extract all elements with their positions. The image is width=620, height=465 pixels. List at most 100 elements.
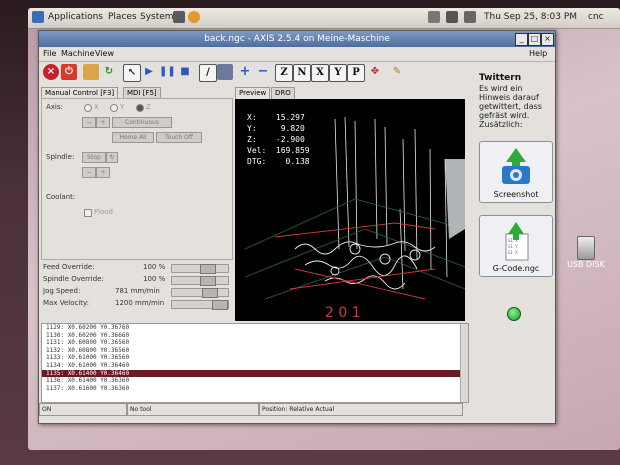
desktop-screen: Applications Places System Thu Sep 25, 8… bbox=[28, 8, 620, 450]
feed-moves bbox=[274, 222, 436, 300]
gcode-line[interactable]: 1136: X0.61400 Y0.36360 bbox=[42, 377, 468, 385]
max-velocity-knob[interactable] bbox=[212, 300, 228, 310]
gcode-line[interactable]: 1133: X0.61000 Y0.36560 bbox=[42, 354, 468, 362]
gcode-button[interactable]: G1 X G1 Y G1 X G-Code.ngc bbox=[479, 215, 553, 277]
coolant-label: Coolant: bbox=[46, 193, 76, 201]
menu-system[interactable]: System bbox=[140, 12, 174, 22]
twitter-heading: Twittern bbox=[479, 73, 522, 83]
usb-disk-desktop-icon[interactable]: USB DISK bbox=[566, 236, 606, 269]
reload-icon[interactable]: ↻ bbox=[101, 64, 117, 80]
window-title: back.ngc - AXIS 2.5.4 on Meine-Maschine bbox=[204, 34, 390, 44]
jog-mode-select[interactable]: Continuous bbox=[112, 117, 172, 128]
volume-icon[interactable] bbox=[464, 11, 476, 23]
jog-minus-button[interactable]: − bbox=[82, 117, 96, 128]
jog-speed-value: 781 mm/min bbox=[115, 287, 160, 295]
window-titlebar[interactable]: back.ngc - AXIS 2.5.4 on Meine-Maschine … bbox=[39, 31, 555, 47]
run-icon[interactable]: ▶ bbox=[141, 64, 157, 80]
mail-icon[interactable] bbox=[428, 11, 440, 23]
launcher-icon[interactable] bbox=[173, 11, 185, 23]
optional-stop-icon[interactable] bbox=[217, 64, 233, 80]
gcode-line-active[interactable]: 1135: X0.61400 Y0.36460 bbox=[42, 369, 468, 378]
screenshot-label: Screenshot bbox=[493, 190, 539, 199]
view-y-button[interactable]: Y bbox=[329, 64, 347, 82]
zoom-out-icon[interactable]: − bbox=[255, 64, 271, 80]
pause-icon[interactable]: ❚❚ bbox=[159, 64, 176, 80]
network-icon[interactable] bbox=[446, 11, 458, 23]
view-p-button[interactable]: P bbox=[347, 64, 365, 82]
tab-preview[interactable]: Preview bbox=[235, 87, 271, 99]
home-all-button[interactable]: Home All bbox=[112, 132, 154, 143]
rotate-view-icon[interactable]: ✥ bbox=[367, 64, 383, 80]
dro-overlay: X: 15.297 Y: 9.820 Z: -2.900 Vel: 169.85… bbox=[247, 113, 310, 168]
spindle-override-slider[interactable] bbox=[171, 276, 229, 286]
cursor-icon[interactable]: ↖ bbox=[123, 64, 141, 82]
feed-override-knob[interactable] bbox=[200, 264, 216, 274]
menu-help[interactable]: Help bbox=[529, 49, 547, 58]
axis-z-radio[interactable] bbox=[136, 104, 144, 112]
touch-off-button[interactable]: Touch Off bbox=[156, 132, 202, 143]
gcode-line[interactable]: 1130: X0.60200 Y0.36660 bbox=[42, 332, 468, 340]
jog-speed-label: Jog Speed: bbox=[43, 287, 81, 295]
gcode-label: G-Code.ngc bbox=[492, 264, 540, 273]
menu-file[interactable]: File bbox=[43, 49, 56, 58]
firefox-icon[interactable] bbox=[188, 11, 200, 23]
gcode-line[interactable]: 1129: X0.60200 Y0.36760 bbox=[42, 324, 468, 332]
power-icon[interactable]: ⏻ bbox=[61, 64, 77, 80]
spindle-plus-button[interactable]: + bbox=[96, 167, 110, 178]
max-velocity-label: Max Velocity: bbox=[43, 299, 90, 307]
clear-plot-icon[interactable]: ✎ bbox=[389, 64, 405, 80]
gcode-line[interactable]: 1132: X0.60800 Y0.36560 bbox=[42, 347, 468, 355]
axis-x-radio[interactable] bbox=[84, 104, 92, 112]
top-panel: Applications Places System Thu Sep 25, 8… bbox=[28, 8, 620, 29]
toolbar: × ⏻ ↻ ↖ ▶ ❚❚ ■ / + − Z N X Y P ✥ ✎ bbox=[39, 61, 469, 85]
preview-tabs: Preview DRO bbox=[235, 87, 467, 99]
screenshot-button[interactable]: Screenshot bbox=[479, 141, 553, 203]
feed-override-slider[interactable] bbox=[171, 264, 229, 274]
view-z2-button[interactable]: N bbox=[293, 64, 311, 82]
view-x-button[interactable]: X bbox=[311, 64, 329, 82]
estop-icon[interactable]: × bbox=[43, 64, 59, 80]
menu-applications[interactable]: Applications bbox=[48, 12, 103, 22]
zoom-in-icon[interactable]: + bbox=[237, 64, 253, 80]
open-file-icon[interactable] bbox=[83, 64, 99, 80]
spindle-override-knob[interactable] bbox=[200, 276, 216, 286]
max-velocity-slider[interactable] bbox=[171, 300, 229, 310]
stop-icon[interactable]: ■ bbox=[177, 64, 193, 80]
dro-x-axis: X: bbox=[247, 113, 257, 122]
spindle-stop-button[interactable]: Stop bbox=[82, 152, 106, 163]
camera-upload-icon bbox=[502, 148, 530, 184]
vertical-traverse-lines bbox=[334, 116, 448, 290]
menu-view[interactable]: View bbox=[95, 49, 114, 58]
close-button[interactable]: × bbox=[541, 33, 554, 46]
gcode-line[interactable]: 1137: X0.61600 Y0.36360 bbox=[42, 385, 468, 393]
jog-speed-slider[interactable] bbox=[171, 288, 229, 298]
maximize-button[interactable]: □ bbox=[528, 33, 541, 46]
axis-window: back.ngc - AXIS 2.5.4 on Meine-Maschine … bbox=[38, 30, 556, 424]
gcode-line[interactable]: 1134: X0.61000 Y0.36460 bbox=[42, 362, 468, 370]
toolpath-preview[interactable]: 2 0 1 X: 15.297 Y: 9.820 Z: -2.900 Vel: … bbox=[235, 99, 465, 321]
dro-z-axis: Z: bbox=[247, 135, 257, 144]
user-name[interactable]: cnc bbox=[588, 12, 604, 22]
jog-plus-button[interactable]: + bbox=[96, 117, 110, 128]
minimize-button[interactable]: _ bbox=[515, 33, 528, 46]
clock[interactable]: Thu Sep 25, 8:03 PM bbox=[484, 12, 577, 22]
menu-places[interactable]: Places bbox=[108, 12, 137, 22]
block-delete-icon[interactable]: / bbox=[199, 64, 217, 82]
view-z-button[interactable]: Z bbox=[275, 64, 293, 82]
menu-machine[interactable]: Machine bbox=[61, 49, 95, 58]
svg-text:G1 Y: G1 Y bbox=[508, 244, 518, 249]
gcode-listing[interactable]: 1129: X0.60200 Y0.36760 1130: X0.60200 Y… bbox=[41, 323, 469, 403]
flood-checkbox[interactable] bbox=[84, 209, 92, 217]
gnome-foot-icon[interactable] bbox=[32, 11, 44, 23]
gcode-scrollbar[interactable] bbox=[460, 324, 468, 402]
spindle-forward-button[interactable]: ↻ bbox=[106, 152, 118, 163]
spindle-minus-button[interactable]: − bbox=[82, 167, 96, 178]
tab-dro[interactable]: DRO bbox=[271, 87, 295, 99]
position-mode: Position: Relative Actual bbox=[259, 403, 463, 416]
twitter-panel: Twittern Es wird ein Hinweis darauf getw… bbox=[475, 71, 553, 421]
manual-control-panel: Axis: X Y Z − + Continuous Home All Touc… bbox=[41, 98, 233, 260]
axis-y-radio[interactable] bbox=[110, 104, 118, 112]
gcode-line[interactable]: 1131: X0.60800 Y0.36560 bbox=[42, 339, 468, 347]
jog-speed-knob[interactable] bbox=[202, 288, 218, 298]
status-bar: ON No tool Position: Relative Actual bbox=[39, 403, 555, 416]
